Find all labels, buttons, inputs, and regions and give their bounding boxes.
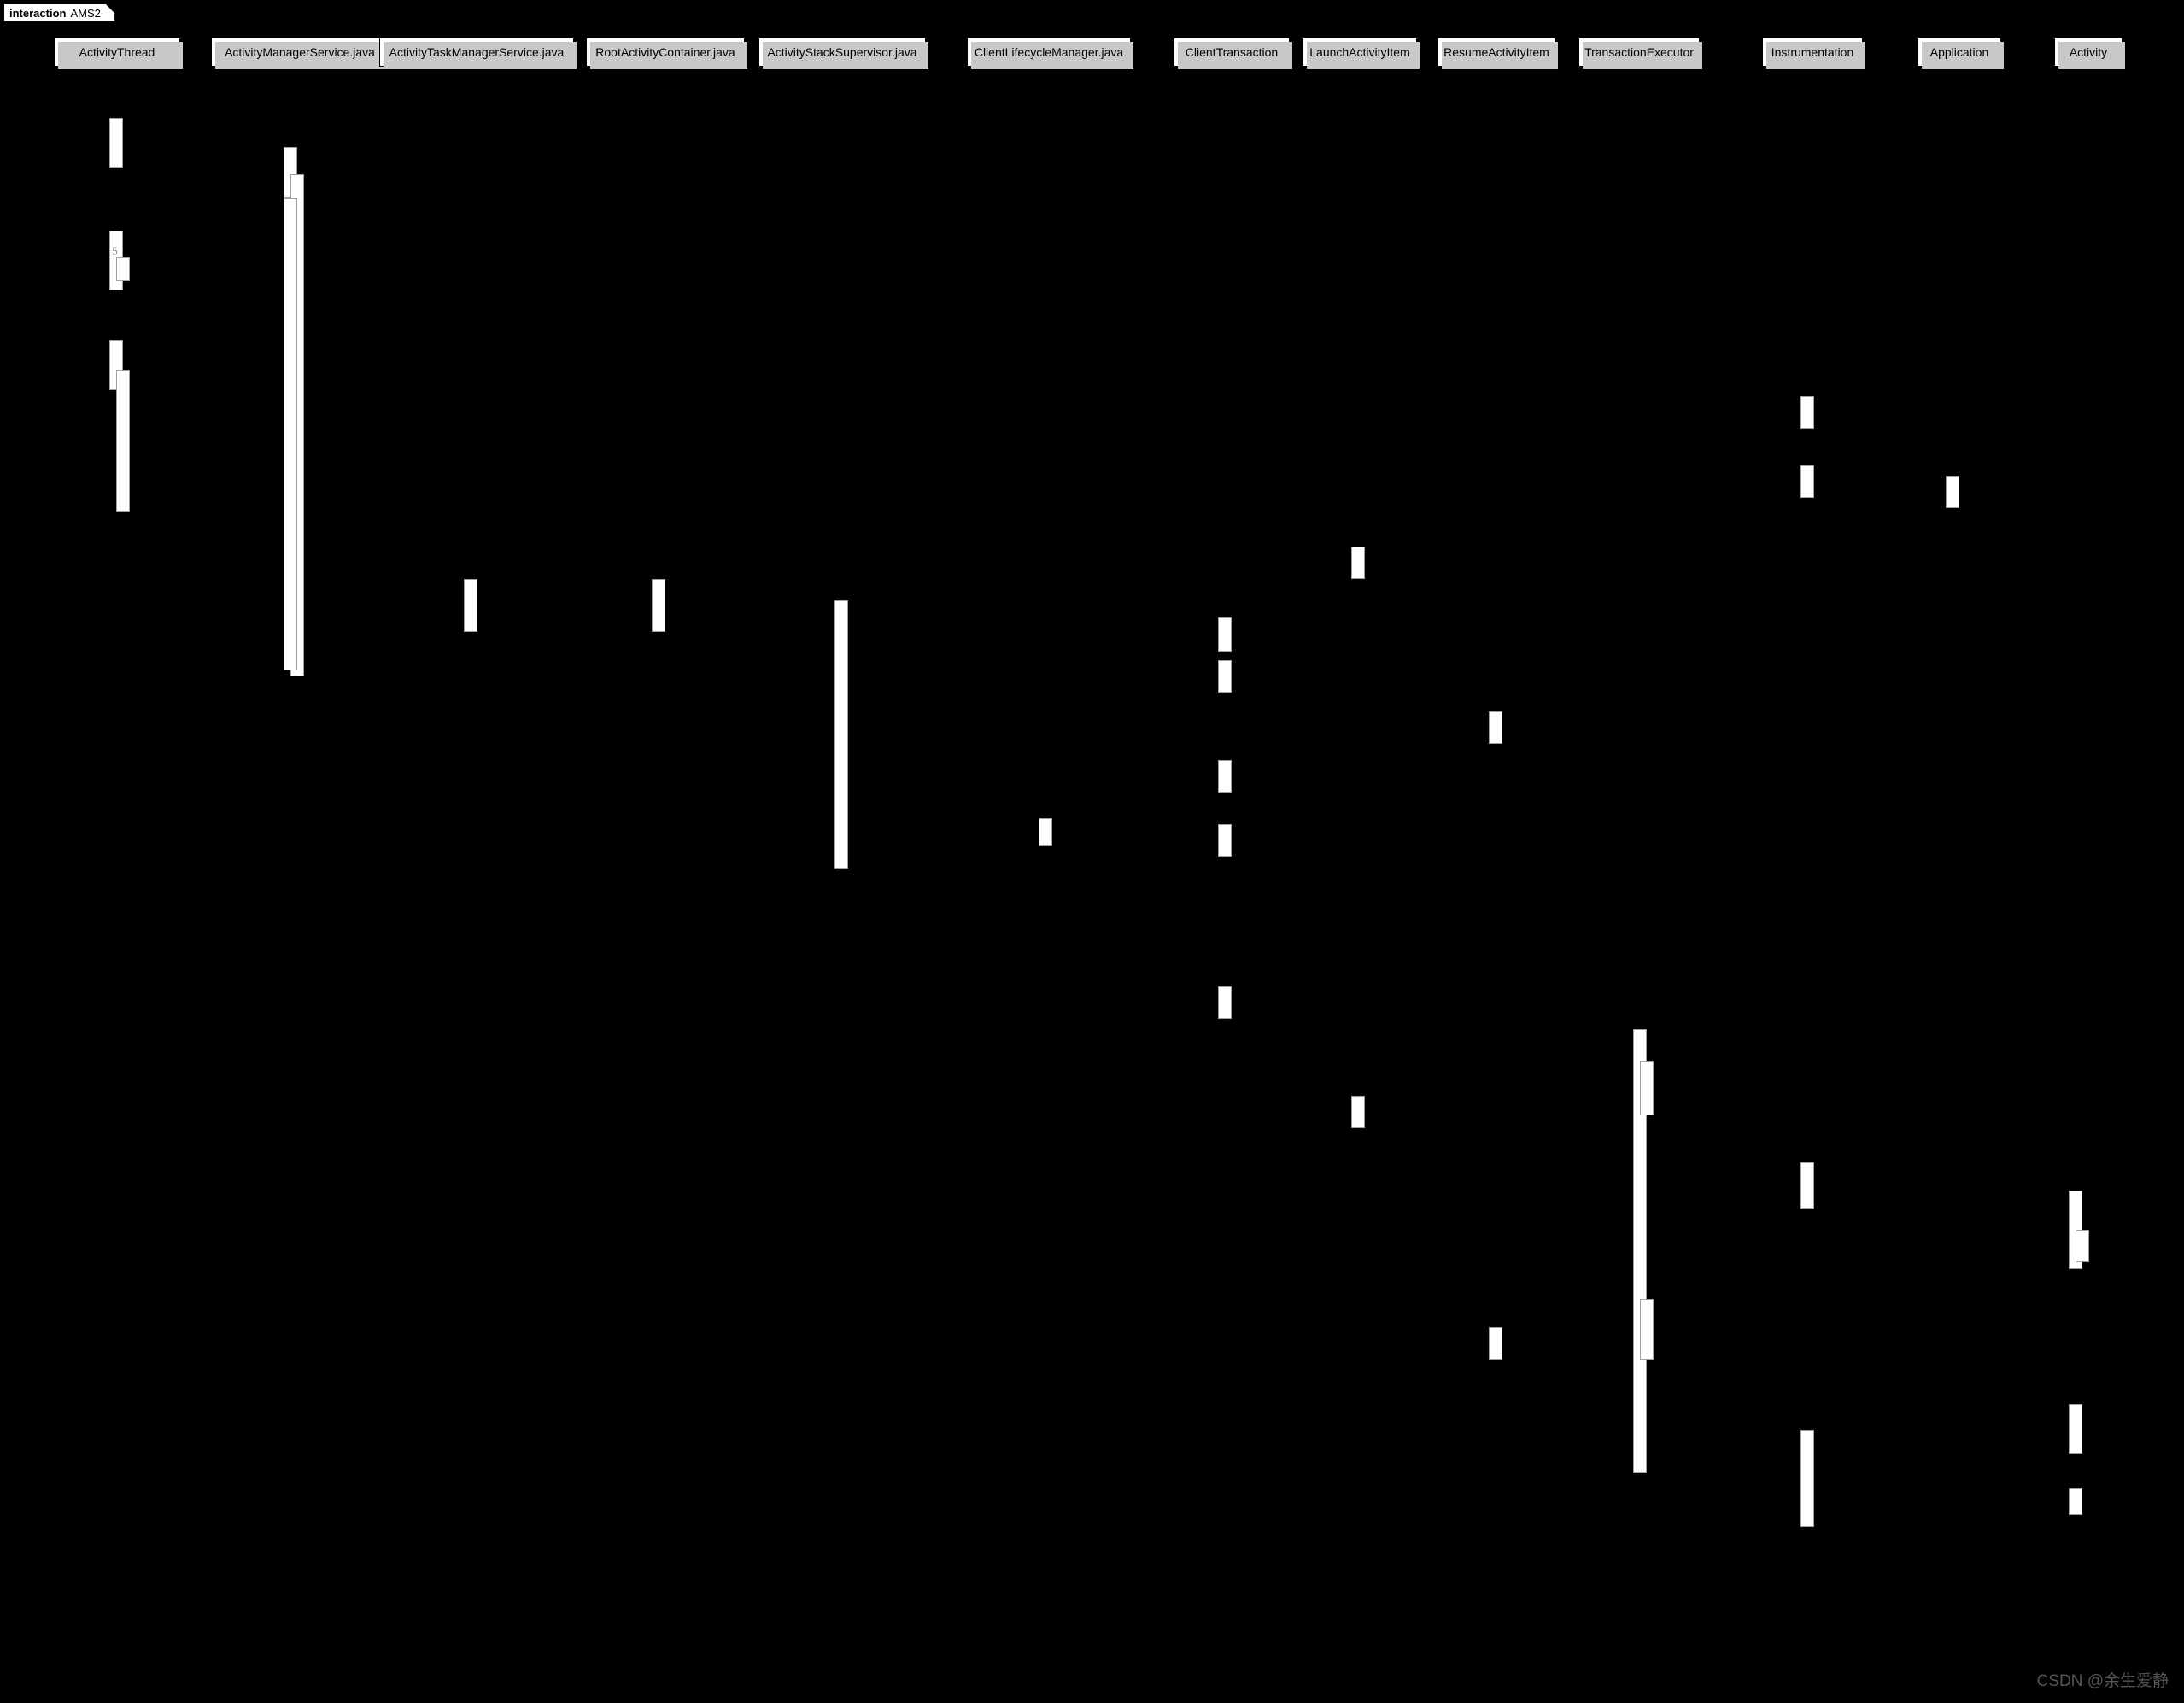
participant-application[interactable]: Application — [1918, 38, 2004, 69]
activation-bar-transactionexecutor — [1640, 1299, 1654, 1360]
activation-bar-launchactivityitem — [1351, 547, 1365, 579]
participant-label: ActivityTaskManagerService.java — [389, 45, 565, 59]
participant-label: ResumeActivityItem — [1443, 45, 1549, 59]
sequence-number: 5 — [112, 245, 118, 257]
participant-label: Application — [1929, 45, 1989, 59]
activation-bar-clientlifecyclemanager — [1039, 818, 1052, 846]
lifeline-activitythread — [116, 67, 117, 1653]
activation-bar-activitythread — [116, 257, 130, 281]
activation-bar-rootactivitycontainer — [652, 579, 665, 632]
activation-bar-clienttransaction — [1218, 760, 1232, 793]
lifeline-clienttransaction — [1225, 67, 1226, 1653]
activation-bar-instrumentation — [1800, 396, 1814, 429]
participant-clientlifecyclemanager[interactable]: ClientLifecycleManager.java — [967, 38, 1133, 69]
activation-bar-clienttransaction — [1218, 824, 1232, 857]
activation-bar-activitytaskmanagerservice — [464, 579, 477, 632]
activation-bar-instrumentation — [1800, 1430, 1814, 1527]
activation-bar-activitythread — [109, 118, 123, 168]
activation-bar-launchactivityitem — [1351, 1096, 1365, 1128]
watermark: CSDN @余生爱静 — [2036, 1672, 2169, 1690]
activation-bar-instrumentation — [1800, 1162, 1814, 1209]
activation-bar-clienttransaction — [1218, 986, 1232, 1019]
participant-launchactivityitem[interactable]: LaunchActivityItem — [1303, 38, 1420, 69]
participant-label: ActivityThread — [79, 45, 155, 59]
participant-label: ClientTransaction — [1185, 45, 1279, 59]
activation-bar-activity — [2069, 1404, 2082, 1454]
participant-activitytaskmanagerservice[interactable]: ActivityTaskManagerService.java — [379, 38, 577, 69]
activation-bar-activitythread — [116, 370, 130, 512]
participant-resumeactivityitem[interactable]: ResumeActivityItem — [1437, 38, 1558, 69]
activation-bar-transactionexecutor — [1640, 1061, 1654, 1115]
participant-label: LaunchActivityItem — [1309, 45, 1410, 59]
sequence-diagram-canvas: interaction AMS2 ActivityThread ActivityM… — [0, 0, 2184, 1703]
interaction-frame-label: interaction AMS2 — [3, 3, 115, 22]
lifeline-clientlifecyclemanager — [1045, 67, 1046, 1653]
participant-activitythread[interactable]: ActivityThread — [54, 38, 183, 69]
participant-clienttransaction[interactable]: ClientTransaction — [1174, 38, 1292, 69]
activation-bar-activity — [2069, 1488, 2082, 1515]
activation-bar-application — [1946, 476, 1959, 508]
frame-name: AMS2 — [70, 6, 101, 20]
participant-label: ActivityManagerService.java — [225, 45, 375, 59]
participant-activity[interactable]: Activity — [2054, 38, 2125, 69]
activation-bar-clienttransaction — [1218, 617, 1232, 652]
activation-bar-activitystacksupervisor — [834, 600, 848, 869]
participant-label: RootActivityContainer.java — [595, 45, 735, 59]
participant-label: ClientLifecycleManager.java — [974, 45, 1124, 59]
participant-label: ActivityStackSupervisor.java — [767, 45, 917, 59]
participant-label: TransactionExecutor — [1584, 45, 1694, 59]
activation-bar-activitymanagerservice — [284, 198, 297, 670]
participant-rootactivitycontainer[interactable]: RootActivityContainer.java — [586, 38, 747, 69]
activation-bar-resumeactivityitem — [1489, 1327, 1502, 1360]
participant-activitymanagerservice[interactable]: ActivityManagerService.java — [211, 38, 391, 69]
participant-label: Instrumentation — [1771, 45, 1854, 59]
participant-label: Activity — [2069, 45, 2108, 59]
participant-instrumentation[interactable]: Instrumentation — [1762, 38, 1865, 69]
activation-bar-resumeactivityitem — [1489, 711, 1502, 744]
lifeline-instrumentation — [1807, 67, 1808, 1653]
activation-bar-instrumentation — [1800, 465, 1814, 498]
frame-keyword: interaction — [9, 6, 67, 20]
activation-bar-activity — [2076, 1230, 2089, 1262]
participant-activitystacksupervisor[interactable]: ActivityStackSupervisor.java — [758, 38, 928, 69]
lifeline-launchactivityitem — [1358, 67, 1359, 1653]
activation-bar-clienttransaction — [1218, 660, 1232, 693]
participant-transactionexecutor[interactable]: TransactionExecutor — [1578, 38, 1702, 69]
